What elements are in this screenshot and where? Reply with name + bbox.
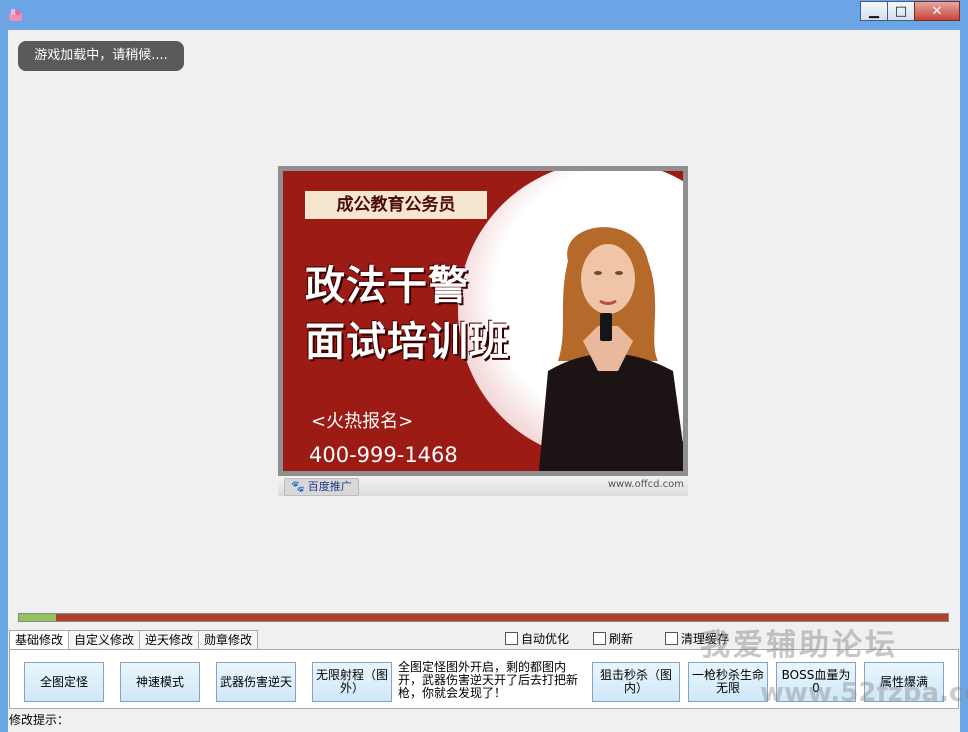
tab-strip: 基础修改 自定义修改 逆天修改 勋章修改 [9,630,259,650]
ad-url[interactable]: www.offcd.com [608,479,684,490]
ad-banner[interactable]: 成公教育公务员 政法干警 面试培训班 <火热报名> 400-999-1468 🐾… [278,166,688,496]
forum-watermark: 我爱辅助论坛 [700,628,898,663]
window-frame-left [0,30,8,732]
checkbox-box[interactable] [593,632,606,645]
tab-basic[interactable]: 基础修改 [9,630,70,650]
speed-mode-button[interactable]: 神速模式 [120,662,200,702]
instructions-text: 全图定怪图外开启，剩的都图内开，武器伤害逆天开了后去打把新枪，你就会发现了！ [398,660,579,700]
checkbox-box[interactable] [665,632,678,645]
progress-fill [19,614,57,621]
full-map-freeze-button[interactable]: 全图定怪 [24,662,104,702]
ad-headline-line1: 政法干警 [305,263,469,309]
maximize-button[interactable]: □ [887,1,915,21]
checkbox-label: 自动优化 [521,632,570,646]
baidu-paw-icon: 🐾 [291,480,305,493]
title-bar: ▁ □ ✕ [0,0,968,30]
ad-label: 成公教育公务员 [305,191,487,219]
app-icon [9,9,22,21]
sniper-oneshot-button[interactable]: 狙击秒杀（图内） [592,662,680,702]
auto-optimize-checkbox[interactable]: 自动优化 [505,630,569,647]
tab-godmode[interactable]: 逆天修改 [139,630,200,649]
infinite-range-button[interactable]: 无限射程（图外） [312,662,392,702]
ad-headline-line2: 面试培训班 [305,319,510,365]
status-bar-label: 修改提示： [9,713,70,727]
checkbox-box[interactable] [505,632,518,645]
weapon-damage-button[interactable]: 武器伤害逆天 [216,662,296,702]
checkbox-label: 刷新 [609,632,634,646]
baidu-promo-tag[interactable]: 🐾 百度推广 [284,478,359,496]
ad-footer: 🐾 百度推广 www.offcd.com [278,476,688,496]
ad-image[interactable]: 成公教育公务员 政法干警 面试培训班 <火热报名> 400-999-1468 [283,171,683,471]
minimize-button[interactable]: ▁ [860,1,888,21]
ad-phone-number: 400-999-1468 [309,443,458,467]
woman-with-gun-illustration [538,227,683,471]
forum-watermark-url: www.52fzba.com [760,678,968,708]
close-button[interactable]: ✕ [914,1,960,21]
loading-message: 游戏加载中，请稍候.... [18,41,184,71]
baidu-promo-label: 百度推广 [307,480,352,493]
oneshot-infinite-life-button[interactable]: 一枪秒杀生命无限 [688,662,768,702]
tab-custom[interactable]: 自定义修改 [68,630,141,649]
tab-medal[interactable]: 勋章修改 [198,630,259,649]
window-frame-right [960,30,968,732]
ad-signup-text: <火热报名> [311,411,414,432]
refresh-checkbox[interactable]: 刷新 [593,630,633,647]
